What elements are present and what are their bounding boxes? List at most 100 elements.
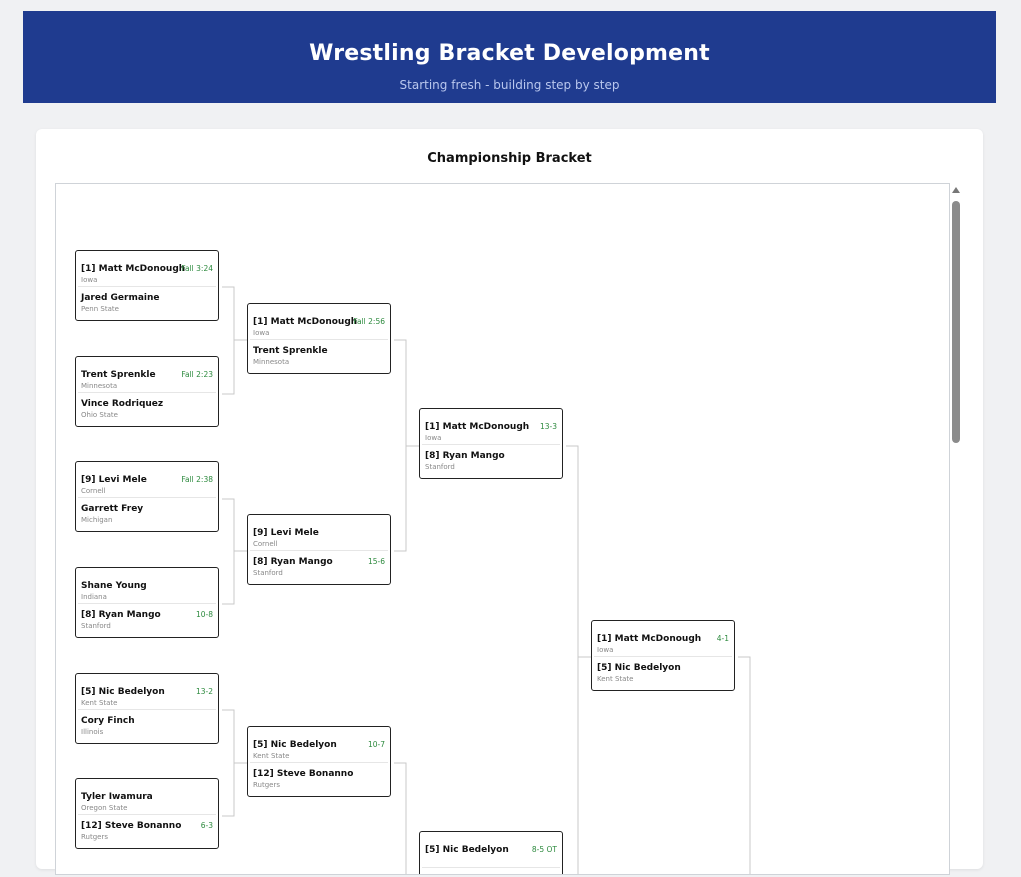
wrestler-name: [1] Matt McDonough	[253, 317, 358, 327]
match-result: 13-2	[195, 687, 213, 696]
wrestler-school: Rutgers	[253, 781, 281, 789]
wrestler-school: Stanford	[81, 622, 111, 630]
wrestler-slot[interactable]: [8] Ryan Mango Stanford 10-8	[76, 603, 218, 632]
match-result: 4-1	[716, 634, 729, 643]
wrestler-slot[interactable]: [1] Matt McDonough Iowa Fall 3:24	[76, 257, 218, 286]
wrestler-school: Stanford	[425, 463, 455, 471]
wrestler-name: [1] Matt McDonough	[81, 264, 186, 274]
wrestler-name: Cory Finch	[81, 716, 135, 726]
match-result: 13-3	[539, 422, 557, 431]
wrestler-slot[interactable]: [5] Nic Bedelyon Kent State 13-2	[76, 680, 218, 709]
wrestler-name: Vince Rodriquez	[81, 399, 164, 409]
scroll-up-arrow-icon[interactable]	[952, 187, 960, 193]
wrestler-name: Trent Sprenkle	[253, 346, 328, 356]
wrestler-name: Garrett Frey	[81, 504, 144, 514]
wrestler-school: Kent State	[253, 752, 290, 760]
match-result: Fall 3:24	[181, 264, 213, 273]
wrestler-school: Minnesota	[253, 358, 290, 366]
wrestler-school: Iowa	[81, 276, 98, 284]
match-card-r3-2[interactable]: [5] Nic Bedelyon 8-5 OT	[419, 831, 563, 874]
connector-line	[566, 445, 579, 874]
wrestler-slot[interactable]: [12] Steve Bonanno Rutgers	[248, 762, 390, 791]
wrestler-slot[interactable]: Tyler Iwamura Oregon State	[76, 785, 218, 814]
match-result: Fall 2:56	[353, 317, 385, 326]
match-result: 10-8	[195, 610, 213, 619]
match-card-r1-2[interactable]: Trent Sprenkle Minnesota Fall 2:23 Vince…	[75, 356, 219, 427]
wrestler-school: Minnesota	[81, 382, 118, 390]
wrestler-slot[interactable]: [1] Matt McDonough Iowa 4-1	[592, 627, 734, 656]
connector-line	[738, 656, 751, 874]
wrestler-name: [8] Ryan Mango	[425, 451, 505, 461]
wrestler-name: Tyler Iwamura	[81, 792, 153, 802]
match-card-r1-3[interactable]: [9] Levi Mele Cornell Fall 2:38 Garrett …	[75, 461, 219, 532]
match-card-r1-1[interactable]: [1] Matt McDonough Iowa Fall 3:24 Jared …	[75, 250, 219, 321]
wrestler-slot[interactable]: [9] Levi Mele Cornell	[248, 521, 390, 550]
wrestler-name: [12] Steve Bonanno	[81, 821, 182, 831]
wrestler-slot[interactable]: [5] Nic Bedelyon Kent State 10-7	[248, 733, 390, 762]
wrestler-school: Kent State	[81, 699, 118, 707]
wrestler-name: [5] Nic Bedelyon	[253, 740, 337, 750]
wrestler-school: Ohio State	[81, 411, 118, 419]
match-result: Fall 2:23	[181, 370, 213, 379]
wrestler-school: Cornell	[81, 487, 106, 495]
wrestler-school: Iowa	[253, 329, 270, 337]
match-card-r2-3[interactable]: [5] Nic Bedelyon Kent State 10-7 [12] St…	[247, 726, 391, 797]
wrestler-slot[interactable]: [8] Ryan Mango Stanford	[420, 444, 562, 473]
wrestler-slot[interactable]: [9] Levi Mele Cornell Fall 2:38	[76, 468, 218, 497]
page-header: Wrestling Bracket Development Starting f…	[23, 11, 996, 103]
wrestler-school: Cornell	[253, 540, 278, 548]
connector-line	[222, 498, 248, 605]
match-card-r2-1[interactable]: [1] Matt McDonough Iowa Fall 2:56 Trent …	[247, 303, 391, 374]
wrestler-name: Shane Young	[81, 581, 147, 591]
wrestler-name: [12] Steve Bonanno	[253, 769, 354, 779]
wrestler-slot[interactable]: Shane Young Indiana	[76, 574, 218, 603]
wrestler-slot[interactable]: Trent Sprenkle Minnesota Fall 2:23	[76, 363, 218, 392]
wrestler-school: Illinois	[81, 728, 104, 736]
wrestler-slot[interactable]: Garrett Frey Michigan	[76, 497, 218, 526]
wrestler-school: Oregon State	[81, 804, 128, 812]
wrestler-slot[interactable]: [1] Matt McDonough Iowa 13-3	[420, 415, 562, 444]
match-card-r1-5[interactable]: [5] Nic Bedelyon Kent State 13-2 Cory Fi…	[75, 673, 219, 744]
match-result: 6-3	[200, 821, 213, 830]
wrestler-slot[interactable]: [8] Ryan Mango Stanford 15-6	[248, 550, 390, 579]
wrestler-name: [8] Ryan Mango	[253, 557, 333, 567]
wrestler-name: [5] Nic Bedelyon	[425, 845, 509, 855]
connector-line	[222, 286, 248, 395]
match-result: Fall 2:38	[181, 475, 213, 484]
bracket-card: Championship Bracket [1] Matt McDonough …	[36, 129, 983, 875]
scrollbar-thumb[interactable]	[952, 201, 960, 443]
match-result: 10-7	[367, 740, 385, 749]
wrestler-name: [8] Ryan Mango	[81, 610, 161, 620]
match-card-r1-6[interactable]: Tyler Iwamura Oregon State [12] Steve Bo…	[75, 778, 219, 849]
wrestler-slot[interactable]: Jared Germaine Penn State	[76, 286, 218, 315]
wrestler-slot[interactable]: [12] Steve Bonanno Rutgers 6-3	[76, 814, 218, 843]
match-card-r3-1[interactable]: [1] Matt McDonough Iowa 13-3 [8] Ryan Ma…	[419, 408, 563, 479]
wrestler-school: Stanford	[253, 569, 283, 577]
wrestler-slot[interactable]: Trent Sprenkle Minnesota	[248, 339, 390, 368]
wrestler-school: Penn State	[81, 305, 119, 313]
wrestler-school: Kent State	[597, 675, 634, 683]
connector-line	[394, 339, 420, 552]
wrestler-name: [5] Nic Bedelyon	[597, 663, 681, 673]
match-card-r4-1[interactable]: [1] Matt McDonough Iowa 4-1 [5] Nic Bede…	[591, 620, 735, 691]
connector-line	[394, 762, 407, 874]
bracket-viewport[interactable]: [1] Matt McDonough Iowa Fall 3:24 Jared …	[55, 183, 950, 875]
wrestler-slot[interactable]: Vince Rodriquez Ohio State	[76, 392, 218, 421]
wrestler-school: Indiana	[81, 593, 107, 601]
wrestler-name: [5] Nic Bedelyon	[81, 687, 165, 697]
wrestler-school: Iowa	[425, 434, 442, 442]
match-card-r1-4[interactable]: Shane Young Indiana [8] Ryan Mango Stanf…	[75, 567, 219, 638]
wrestler-slot[interactable]: Cory Finch Illinois	[76, 709, 218, 738]
vertical-scrollbar[interactable]	[950, 187, 962, 877]
wrestler-school: Rutgers	[81, 833, 109, 841]
connector-line	[222, 709, 248, 817]
wrestler-slot[interactable]: [5] Nic Bedelyon Kent State	[592, 656, 734, 685]
wrestler-school: Iowa	[597, 646, 614, 654]
wrestler-slot[interactable]: [1] Matt McDonough Iowa Fall 2:56	[248, 310, 390, 339]
wrestler-slot[interactable]	[420, 867, 562, 874]
page-title: Wrestling Bracket Development	[309, 41, 710, 66]
match-result: 15-6	[367, 557, 385, 566]
match-card-r2-2[interactable]: [9] Levi Mele Cornell [8] Ryan Mango Sta…	[247, 514, 391, 585]
wrestler-name: [9] Levi Mele	[81, 475, 147, 485]
wrestler-name: [9] Levi Mele	[253, 528, 319, 538]
